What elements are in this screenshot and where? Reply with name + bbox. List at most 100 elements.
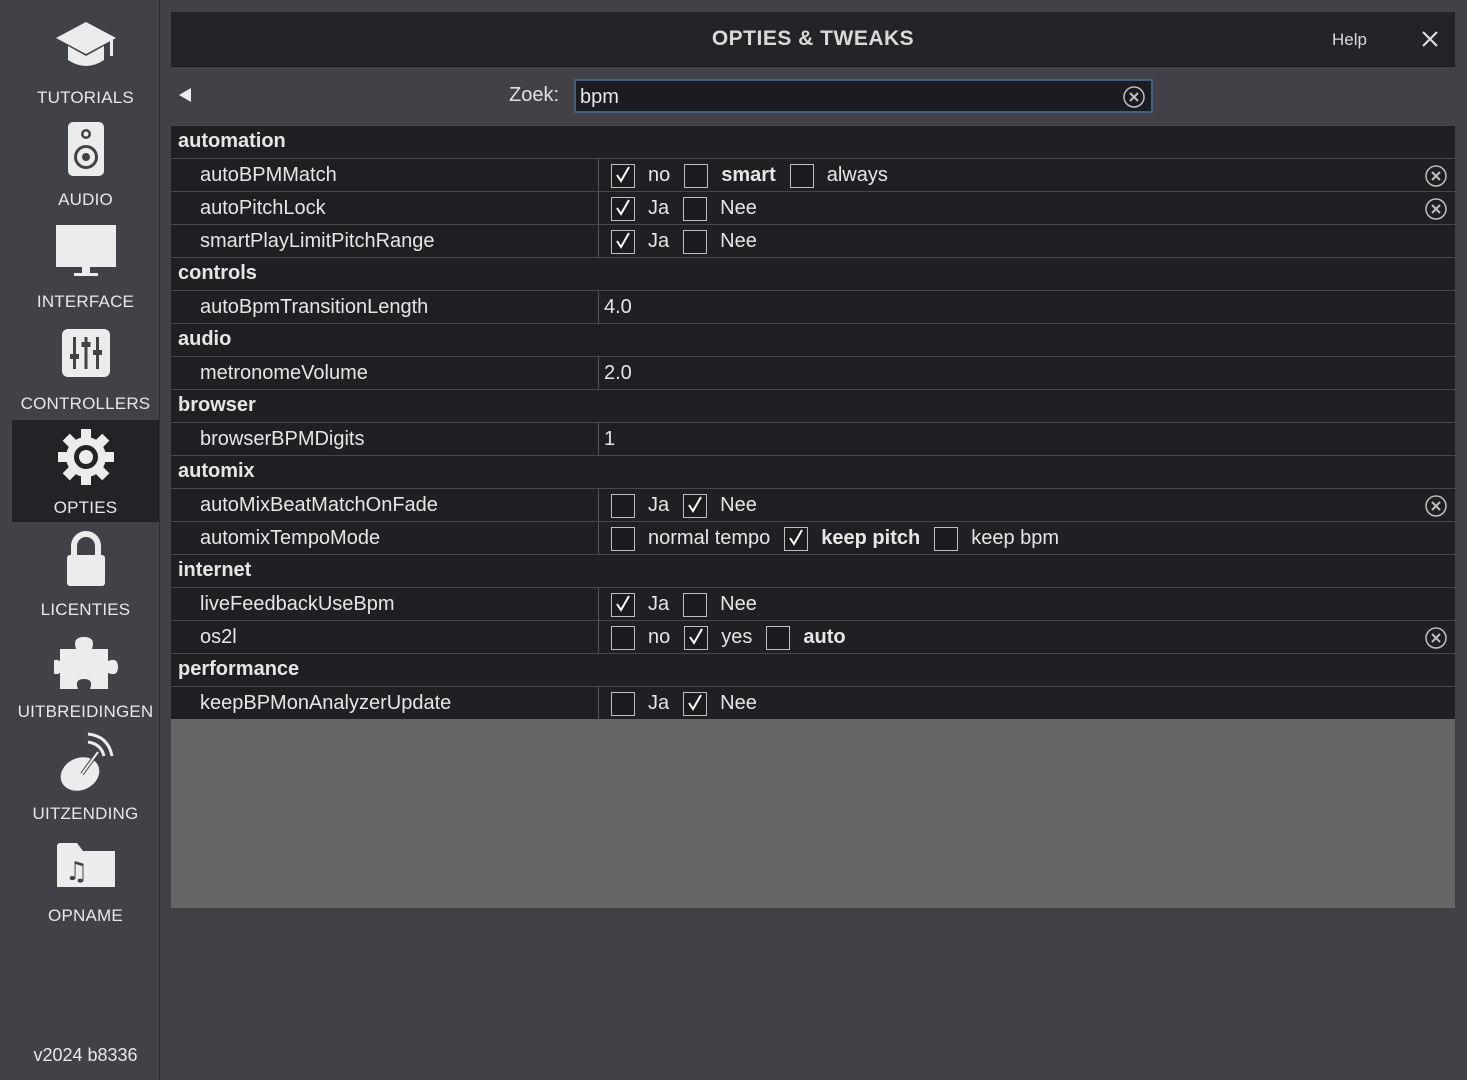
option-checkbox[interactable] [683, 592, 708, 617]
option-checkbox[interactable] [684, 163, 709, 188]
sidebar-item-uitzending[interactable]: UITZENDING [12, 726, 159, 828]
category-row: automix [171, 455, 1455, 488]
sidebar-item-opties[interactable]: OPTIES [12, 420, 159, 522]
column-divider [598, 489, 599, 522]
column-divider [598, 621, 599, 654]
option-checkbox[interactable] [934, 526, 959, 551]
option-name: browserBPMDigits [200, 428, 365, 450]
close-icon [1422, 31, 1438, 47]
option-checkbox-label[interactable]: Ja [648, 230, 669, 253]
sidebar-item-licenties[interactable]: LICENTIES [12, 522, 159, 624]
option-checkbox[interactable] [766, 625, 791, 650]
option-choices: Ja Nee [611, 592, 771, 617]
option-row: autoMixBeatMatchOnFade Ja Nee [171, 488, 1455, 522]
option-checkbox-label[interactable]: Nee [720, 230, 757, 253]
option-checkbox[interactable] [789, 163, 814, 188]
option-row: autoBpmTransitionLength 4.0 [171, 290, 1455, 324]
option-checkbox[interactable] [683, 196, 708, 221]
option-checkbox-label[interactable]: smart [721, 164, 775, 187]
option-checkbox[interactable] [611, 592, 635, 617]
option-checkbox-label[interactable]: keep pitch [821, 527, 920, 550]
option-value-field[interactable]: 4.0 [604, 296, 632, 319]
option-choices: no yes auto [611, 625, 860, 650]
option-checkbox[interactable] [684, 625, 709, 650]
option-checkbox[interactable] [683, 691, 708, 716]
option-checkbox[interactable] [611, 625, 635, 650]
reset-circle-icon [1425, 165, 1447, 187]
category-label: browser [178, 394, 256, 416]
title-bar: OPTIES & TWEAKS Help [171, 12, 1455, 67]
option-value-field[interactable]: 1 [604, 428, 615, 451]
sidebar-item-interface[interactable]: INTERFACE [12, 214, 159, 316]
option-checkbox[interactable] [683, 493, 708, 518]
sidebar-item-label: OPTIES [53, 498, 118, 517]
reset-button[interactable] [1424, 494, 1448, 518]
option-checkbox[interactable] [683, 229, 708, 254]
checkmark-icon [688, 496, 702, 513]
option-checkbox-label[interactable]: Ja [648, 494, 669, 517]
column-divider [598, 225, 599, 258]
option-checkbox-label[interactable]: Nee [720, 197, 757, 220]
clear-circle-icon [1123, 86, 1145, 108]
option-row: browserBPMDigits 1 [171, 422, 1455, 456]
checkmark-icon [689, 628, 704, 645]
option-name: os2l [200, 626, 237, 648]
sidebar-item-tutorials[interactable]: TUTORIALS [12, 10, 159, 112]
option-checkbox[interactable] [611, 196, 635, 221]
option-checkbox-label[interactable]: normal tempo [648, 527, 770, 550]
option-checkbox[interactable] [611, 526, 635, 551]
sidebar-item-label: UITZENDING [32, 804, 139, 823]
option-choices: normal tempo keep pitch keep bpm [611, 526, 1073, 551]
option-name: smartPlayLimitPitchRange [200, 230, 435, 252]
help-button[interactable]: Help [1332, 30, 1367, 50]
option-checkbox-label[interactable]: Ja [648, 692, 669, 715]
option-checkbox-label[interactable]: Nee [720, 494, 757, 517]
sidebar-item-uitbreidingen[interactable]: UITBREIDINGEN [12, 624, 159, 726]
monitor-icon [12, 218, 159, 284]
reset-button[interactable] [1424, 626, 1448, 650]
option-value-field[interactable]: 2.0 [604, 362, 632, 385]
option-checkbox[interactable] [784, 526, 809, 551]
option-checkbox[interactable] [611, 229, 635, 254]
option-checkbox[interactable] [611, 691, 635, 716]
option-checkbox-label[interactable]: keep bpm [971, 527, 1059, 550]
option-checkbox[interactable] [611, 163, 635, 188]
option-checkbox-label[interactable]: Nee [720, 692, 757, 715]
back-button[interactable] [177, 87, 193, 103]
option-checkbox-label[interactable]: no [648, 164, 670, 187]
option-checkbox-label[interactable]: auto [803, 626, 845, 649]
close-button[interactable] [1417, 26, 1443, 52]
option-checkbox-label[interactable]: yes [721, 626, 752, 649]
option-checkbox-label[interactable]: Ja [648, 197, 669, 220]
option-choices: Ja Nee [611, 493, 771, 518]
checkmark-icon [688, 694, 702, 711]
back-arrow-icon [179, 88, 191, 102]
category-row: internet [171, 554, 1455, 587]
svg-text:♫: ♫ [65, 857, 88, 887]
checkmark-icon [616, 166, 630, 183]
category-row: controls [171, 257, 1455, 290]
music-folder-icon: ♫ [12, 832, 159, 898]
option-checkbox[interactable] [611, 493, 635, 518]
option-name: metronomeVolume [200, 362, 368, 384]
sidebar-item-controllers[interactable]: CONTROLLERS [12, 316, 159, 418]
option-checkbox-label[interactable]: always [827, 164, 888, 187]
option-checkbox-label[interactable]: Nee [720, 593, 757, 616]
option-row: smartPlayLimitPitchRange Ja Nee [171, 224, 1455, 258]
option-choices: Ja Nee [611, 691, 771, 716]
sidebar-item-opname[interactable]: ♫ OPNAME [12, 828, 159, 930]
reset-button[interactable] [1424, 197, 1448, 221]
search-field[interactable] [574, 79, 1153, 113]
sidebar-item-audio[interactable]: AUDIO [12, 112, 159, 214]
search-input[interactable] [580, 85, 1100, 109]
option-checkbox-label[interactable]: Ja [648, 593, 669, 616]
option-name: keepBPMonAnalyzerUpdate [200, 692, 452, 714]
version-label: v2024 b8336 [33, 1045, 138, 1065]
option-checkbox-label[interactable]: no [648, 626, 670, 649]
reset-button[interactable] [1424, 164, 1448, 188]
checkmark-icon [616, 232, 630, 249]
options-panel: OPTIES & TWEAKS Help Zoek: bpm automatio… [171, 12, 1455, 908]
column-divider [598, 588, 599, 621]
search-clear-button[interactable] [1122, 85, 1146, 109]
option-row: liveFeedbackUseBpm Ja Nee [171, 587, 1455, 621]
